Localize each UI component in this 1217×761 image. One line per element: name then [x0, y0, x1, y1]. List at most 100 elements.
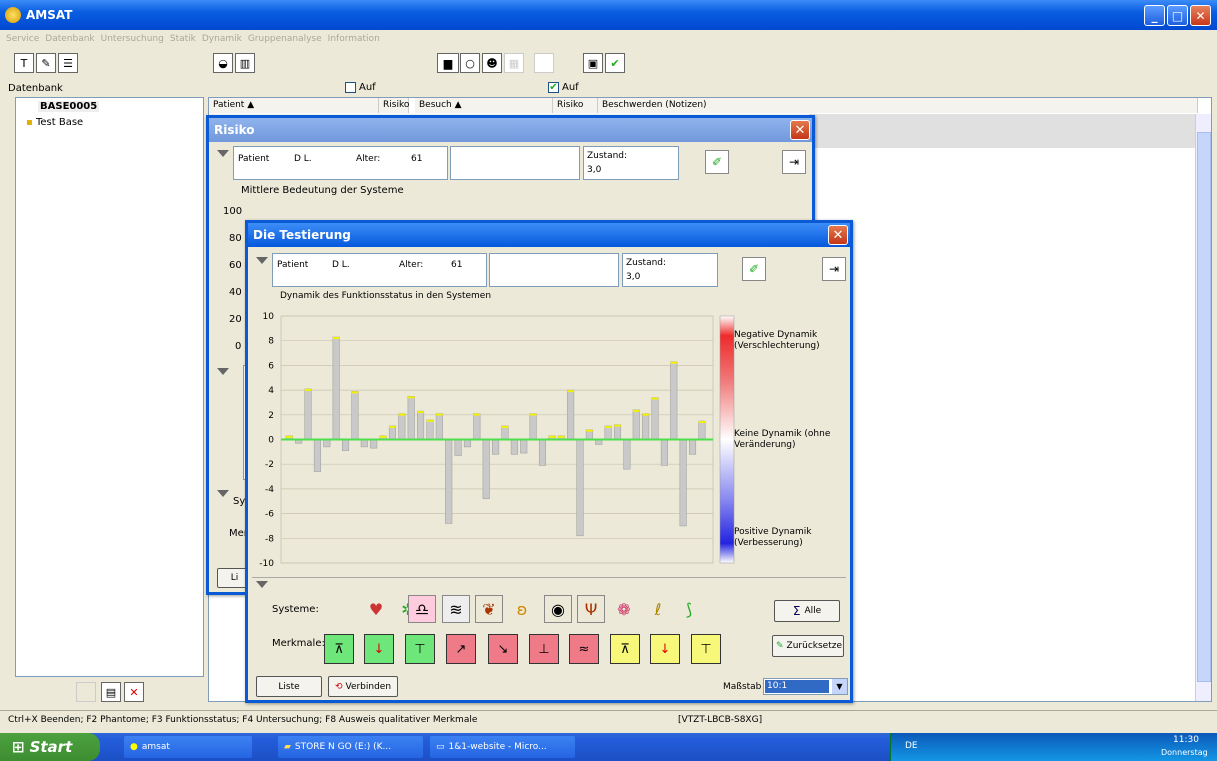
selected-row[interactable]: [809, 114, 1197, 148]
lungs-system-icon[interactable]: ♎: [408, 595, 436, 623]
auf-checkbox-2[interactable]: ✔: [548, 82, 559, 93]
chart-bar[interactable]: [670, 361, 678, 440]
kidney-system-icon[interactable]: ❦: [475, 595, 503, 623]
toolbar-edit-button[interactable]: ✎: [36, 53, 56, 73]
chart-bar[interactable]: [342, 439, 350, 451]
chart-bar[interactable]: [426, 419, 434, 440]
chart-bar[interactable]: [613, 424, 622, 440]
ear-system-icon[interactable]: ʚ: [508, 595, 536, 623]
chart-bar[interactable]: [482, 439, 490, 500]
chevron-down-icon[interactable]: ▼: [832, 679, 847, 694]
chart-bar[interactable]: [679, 439, 687, 527]
language-indicator[interactable]: DE: [905, 741, 918, 751]
massstab-select[interactable]: 10:1 ▼: [763, 678, 848, 695]
merkmal-6-icon[interactable]: ⊥: [529, 634, 559, 664]
chart-bar[interactable]: [473, 413, 481, 440]
tree-item-test-base[interactable]: ▪ Test Base: [26, 117, 83, 128]
chart-bar[interactable]: [651, 397, 659, 440]
chart-bar[interactable]: [632, 409, 640, 440]
merkmal-9-icon[interactable]: ↓: [650, 634, 680, 664]
merkmal-5-icon[interactable]: ↘: [488, 634, 518, 664]
risiko-expand-icon-3[interactable]: [217, 490, 229, 497]
merkmal-2-icon[interactable]: ↓: [364, 634, 394, 664]
chart-bar[interactable]: [313, 439, 321, 472]
chart-bar[interactable]: [510, 439, 518, 455]
task-website[interactable]: ▭ 1&1-website - Micro...: [430, 736, 575, 758]
vertical-scrollbar[interactable]: [1195, 114, 1211, 701]
testierung-close-button[interactable]: ✕: [828, 225, 848, 245]
merkmal-1-icon[interactable]: ⊼: [324, 634, 354, 664]
toolbar-disabled-button[interactable]: ▦: [504, 53, 524, 73]
left-delete-button[interactable]: ✕: [124, 682, 144, 702]
chart-bar[interactable]: [370, 439, 378, 449]
col-risiko[interactable]: Risiko: [379, 98, 409, 113]
toolbar-blank-button[interactable]: [534, 53, 554, 73]
risiko-eraser-button[interactable]: ✐: [705, 150, 729, 174]
verbinden-button[interactable]: ⟲ Verbinden: [328, 676, 398, 697]
risiko-expand-icon[interactable]: [217, 150, 229, 157]
toolbar-check-button[interactable]: ✔: [605, 53, 625, 73]
spine-system-icon[interactable]: ⟆: [675, 595, 703, 623]
chart-bar[interactable]: [492, 439, 500, 455]
chart-bar[interactable]: [407, 396, 415, 440]
toolbar-person-button[interactable]: ☻: [482, 53, 502, 73]
chart-bar[interactable]: [332, 336, 340, 440]
chart-bar[interactable]: [604, 425, 612, 440]
chart-bar[interactable]: [520, 439, 528, 454]
chart-bar[interactable]: [642, 413, 650, 440]
risiko-exit-button[interactable]: ⇥: [782, 150, 806, 174]
chart-bar[interactable]: [538, 439, 547, 466]
toolbar-gauge-button[interactable]: ◒: [213, 53, 233, 73]
testierung-eraser-button[interactable]: ✐: [742, 257, 766, 281]
testierung-expand-icon[interactable]: [256, 257, 268, 264]
col-risiko-2[interactable]: Risiko: [553, 98, 598, 113]
chart-bar[interactable]: [576, 439, 584, 537]
chart-bar[interactable]: [323, 439, 331, 448]
menu-dynamik[interactable]: Dynamik: [202, 34, 242, 44]
chart-bar[interactable]: [360, 439, 368, 448]
chart-bar[interactable]: [660, 439, 668, 466]
col-patient[interactable]: Patient ▲: [209, 98, 379, 113]
menu-service[interactable]: Service: [6, 34, 39, 44]
chart-bar[interactable]: [529, 413, 537, 440]
chart-bar[interactable]: [435, 413, 443, 440]
toolbar-chart-button[interactable]: ▆: [437, 53, 459, 73]
clock-time[interactable]: 11:30: [1173, 735, 1199, 745]
merkmal-10-icon[interactable]: ⊤: [691, 634, 721, 664]
toolbar-doc-button[interactable]: ▣: [583, 53, 603, 73]
risiko-close-button[interactable]: ✕: [790, 120, 810, 140]
toolbar-text-button[interactable]: T: [14, 53, 34, 73]
chart-bar[interactable]: [351, 391, 359, 440]
toolbar-bars-button[interactable]: ▥: [235, 53, 255, 73]
menu-information[interactable]: Information: [328, 34, 380, 44]
systeme-expand-icon[interactable]: [256, 581, 268, 588]
merkmal-4-icon[interactable]: ↗: [446, 634, 476, 664]
chart-bar[interactable]: [698, 420, 706, 440]
menu-statik[interactable]: Statik: [170, 34, 196, 44]
merkmal-7-icon[interactable]: ≈: [569, 634, 599, 664]
skin-system-icon[interactable]: ℓ: [644, 595, 672, 623]
chart-bar[interactable]: [623, 439, 631, 470]
col-beschwerden[interactable]: Beschwerden (Notizen): [598, 98, 1198, 113]
risiko-expand-icon-2[interactable]: [217, 368, 229, 375]
uterus-system-icon[interactable]: Ψ: [577, 595, 605, 623]
chart-bar[interactable]: [567, 389, 575, 440]
toolbar-list-button[interactable]: ☰: [58, 53, 78, 73]
db-name[interactable]: BASE0005: [38, 101, 100, 112]
eye-system-icon[interactable]: ◉: [544, 595, 572, 623]
task-amsat[interactable]: ● amsat: [124, 736, 252, 758]
heart-system-icon[interactable]: ♥: [362, 595, 390, 623]
merkmal-8-icon[interactable]: ⊼: [610, 634, 640, 664]
brain-system-icon[interactable]: ❁: [610, 595, 638, 623]
chart-bar[interactable]: [463, 439, 471, 448]
scroll-thumb[interactable]: [1197, 132, 1211, 682]
chart-bar[interactable]: [454, 439, 462, 456]
chart-bar[interactable]: [417, 410, 425, 440]
auf-checkbox-1[interactable]: [345, 82, 356, 93]
close-button[interactable]: ✕: [1190, 5, 1211, 26]
merkmal-3-icon[interactable]: ⊤: [405, 634, 435, 664]
alle-button[interactable]: Σ Alle: [774, 600, 840, 622]
intestine-system-icon[interactable]: ≋: [442, 595, 470, 623]
testierung-exit-button[interactable]: ⇥: [822, 257, 846, 281]
left-doc-button[interactable]: ▤: [101, 682, 121, 702]
